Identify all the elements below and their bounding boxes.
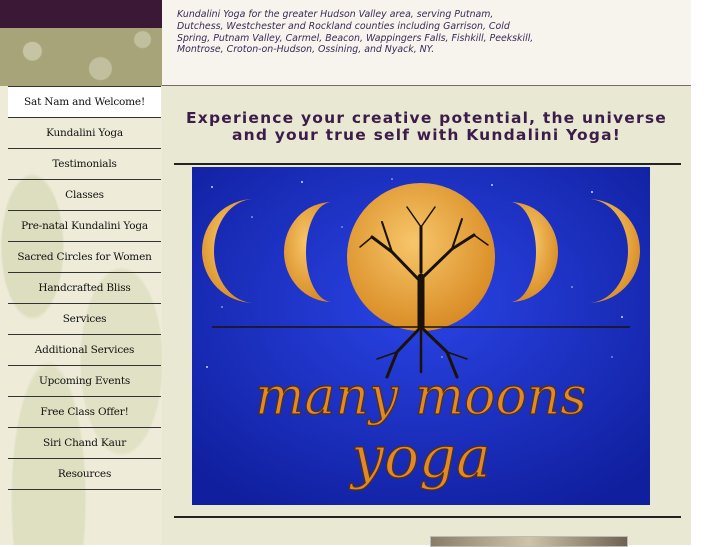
main-content: Experience your creative potential, the …	[162, 86, 691, 547]
divider-bottom	[174, 516, 681, 518]
page-headline: Experience your creative potential, the …	[186, 109, 667, 144]
nav-item-resources[interactable]: Resources	[8, 459, 161, 490]
nav-item-welcome[interactable]: Sat Nam and Welcome!	[8, 86, 161, 118]
nav-item-siri-chand-kaur[interactable]: Siri Chand Kaur	[8, 428, 161, 459]
nav-item-upcoming-events[interactable]: Upcoming Events	[8, 366, 161, 397]
top-color-strip	[0, 0, 162, 28]
page-header: Kundalini Yoga for the greater Hudson Va…	[162, 0, 691, 86]
tagline-text: Kundalini Yoga for the greater Hudson Va…	[177, 9, 534, 56]
nav-item-classes[interactable]: Classes	[8, 180, 161, 211]
damask-pattern	[0, 28, 162, 86]
nav-item-services[interactable]: Services	[8, 304, 161, 335]
divider-top	[174, 163, 681, 165]
nav-item-kundalini-yoga[interactable]: Kundalini Yoga	[8, 118, 161, 149]
banner-title-line2: yoga	[348, 423, 490, 491]
many-moons-yoga-banner: many moons yoga	[192, 167, 650, 505]
nav-item-handcrafted-bliss[interactable]: Handcrafted Bliss	[8, 273, 161, 304]
banner-title-line1: many moons	[255, 367, 587, 427]
nav-item-additional-services[interactable]: Additional Services	[8, 335, 161, 366]
right-margin	[691, 0, 727, 545]
nav-item-prenatal[interactable]: Pre-natal Kundalini Yoga	[8, 211, 161, 242]
nav-item-sacred-circles[interactable]: Sacred Circles for Women	[8, 242, 161, 273]
nav-item-testimonials[interactable]: Testimonials	[8, 149, 161, 180]
sidebar-nav: Sat Nam and Welcome! Kundalini Yoga Test…	[8, 86, 161, 490]
nav-item-free-class-offer[interactable]: Free Class Offer!	[8, 397, 161, 428]
photo-thumbnail	[430, 536, 628, 547]
